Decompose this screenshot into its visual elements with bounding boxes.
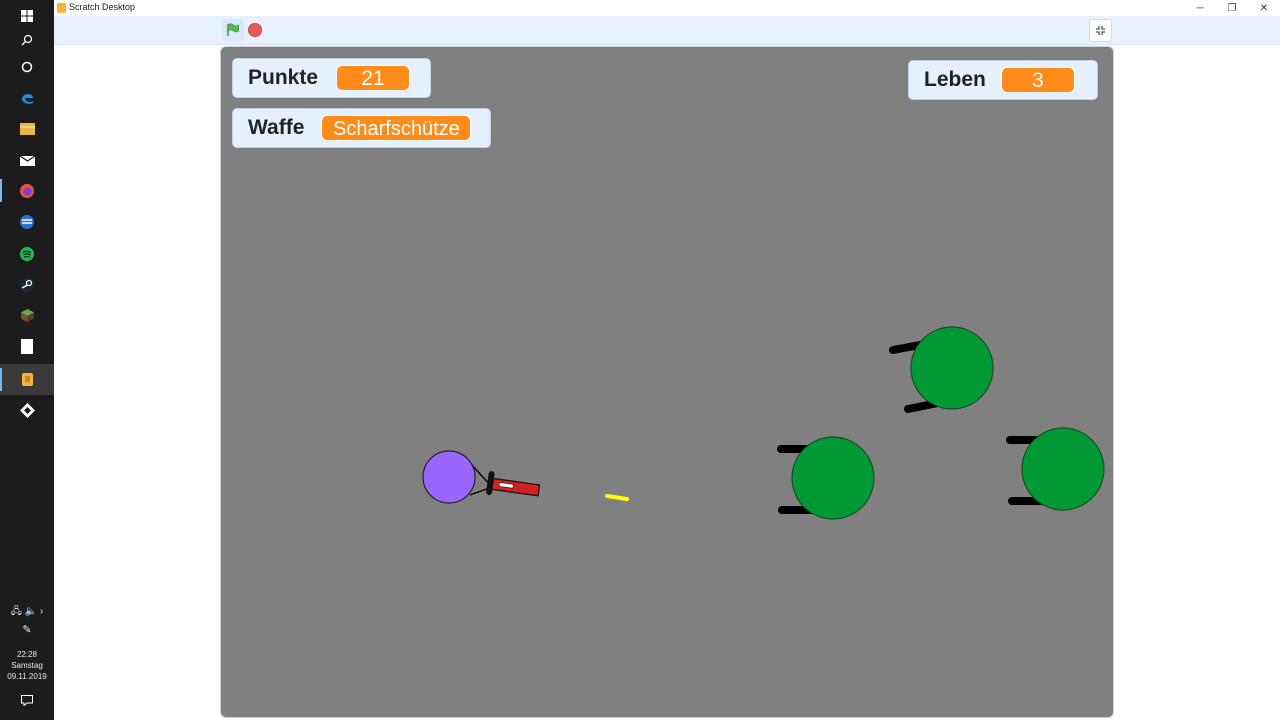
edge-icon[interactable] <box>0 82 54 113</box>
firefox-icon[interactable] <box>0 175 54 206</box>
weapon-monitor[interactable]: Waffe Scharfschütze <box>232 108 491 148</box>
scratch-app-icon <box>57 3 66 13</box>
window-title: Scratch Desktop <box>69 2 136 12</box>
scratch-icon[interactable] <box>0 364 54 395</box>
opera-icon[interactable] <box>0 206 54 237</box>
player-body <box>422 450 476 504</box>
close-button[interactable]: ✕ <box>1249 0 1279 16</box>
clock-day[interactable]: Samstag <box>0 660 54 671</box>
cortana-icon[interactable] <box>0 51 54 82</box>
file-explorer-icon[interactable] <box>0 113 54 144</box>
enemy-sprite[interactable] <box>1006 427 1105 511</box>
enemy-sprite[interactable] <box>777 436 875 520</box>
bullet <box>605 494 629 501</box>
steam-icon[interactable] <box>0 269 54 300</box>
green-flag-button[interactable] <box>222 19 244 41</box>
gitkraken-icon[interactable] <box>0 395 54 426</box>
lives-value: 3 <box>1000 67 1075 93</box>
notifications-icon[interactable] <box>0 685 54 716</box>
window-titlebar: Scratch Desktop ─ ❐ ✕ <box>54 0 1280 16</box>
clock-time[interactable]: 22:28 <box>0 649 54 660</box>
stop-button[interactable] <box>248 23 262 37</box>
unfullscreen-button[interactable] <box>1089 19 1112 42</box>
score-monitor[interactable]: Punkte 21 <box>232 58 431 98</box>
green-flag-icon <box>227 23 239 36</box>
minecraft-icon[interactable] <box>0 300 54 331</box>
clock-date[interactable]: 09.11.2019 <box>0 671 54 682</box>
player-sprite[interactable] <box>422 450 541 504</box>
sniper-rifle <box>486 471 541 497</box>
spotify-icon[interactable] <box>0 238 54 269</box>
system-tray-icons[interactable]: 🖧 🔈 › <box>0 606 54 617</box>
unfullscreen-icon <box>1096 26 1105 35</box>
lives-monitor[interactable]: Leben 3 <box>908 60 1098 100</box>
notepad-icon[interactable] <box>0 331 54 362</box>
restore-button[interactable]: ❐ <box>1217 0 1247 16</box>
lives-label: Leben <box>924 68 986 91</box>
score-value: 21 <box>336 65 411 91</box>
weapon-value: Scharfschütze <box>321 115 472 141</box>
mail-icon[interactable] <box>0 144 54 175</box>
stage-header <box>54 16 1280 45</box>
game-stage[interactable]: Punkte 21 Waffe Scharfschütze Leben 3 <box>220 46 1114 718</box>
enemy-sprite[interactable] <box>889 326 994 413</box>
weapon-label: Waffe <box>248 116 305 139</box>
pen-icon[interactable]: ✎ <box>0 625 54 636</box>
minimize-button[interactable]: ─ <box>1185 0 1215 16</box>
score-label: Punkte <box>248 66 319 89</box>
windows-taskbar: 🖧 🔈 › ✎ 22:28 Samstag 09.11.2019 <box>0 0 54 720</box>
